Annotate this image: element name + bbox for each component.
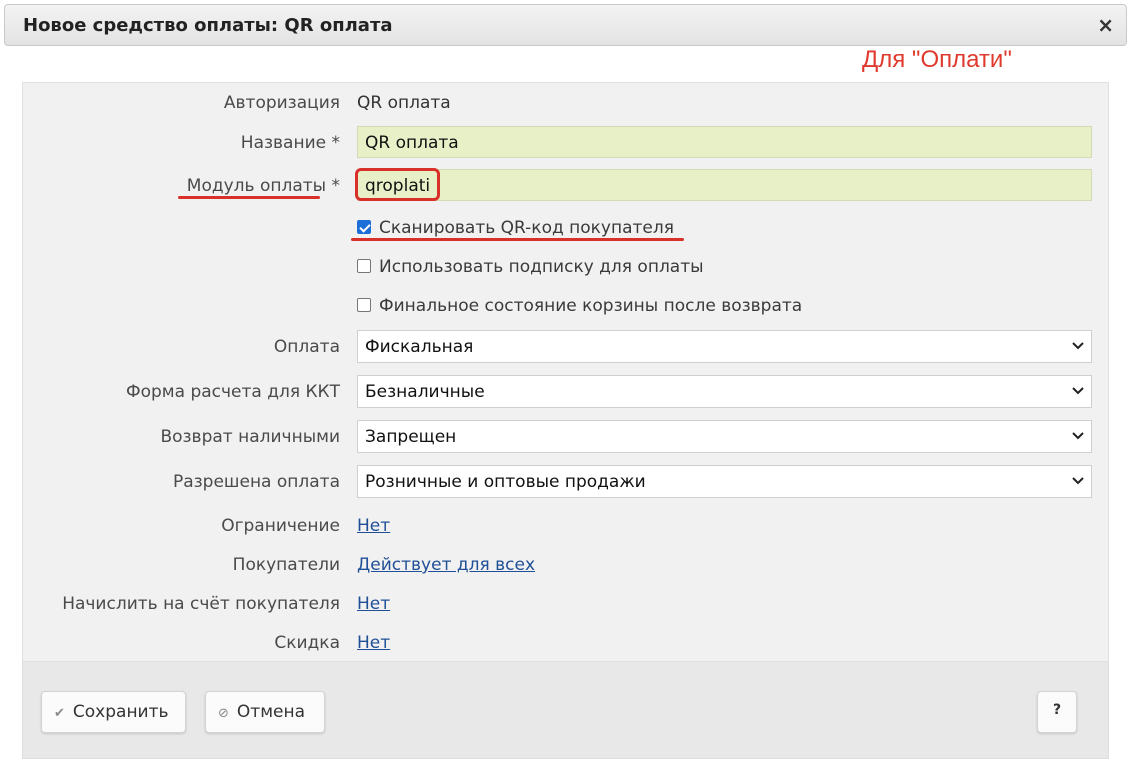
checkbox-icon[interactable] bbox=[357, 298, 371, 312]
close-icon[interactable]: × bbox=[1097, 13, 1114, 37]
module-label: Модуль оплаты * bbox=[186, 176, 340, 196]
dialog-title: Новое средство оплаты: QR оплата bbox=[23, 15, 393, 36]
payment-label: Оплата bbox=[273, 337, 340, 357]
allowed-payment-select[interactable]: Розничные и оптовые продажи bbox=[357, 465, 1092, 498]
module-label-red-underline bbox=[178, 196, 320, 199]
buyers-link[interactable]: Действует для всех bbox=[357, 555, 535, 575]
authorization-value: QR оплата bbox=[357, 93, 451, 113]
scan-qr-label: Сканировать QR-код покупателя bbox=[379, 218, 674, 238]
cash-refund-select[interactable]: Запрещен bbox=[357, 420, 1092, 453]
discount-link[interactable]: Нет bbox=[357, 633, 390, 653]
module-value-red-box bbox=[355, 168, 440, 201]
subscription-checkbox[interactable]: Использовать подписку для оплаты bbox=[357, 257, 704, 277]
scan-qr-checkbox[interactable]: Сканировать QR-код покупателя bbox=[357, 218, 674, 238]
final-state-checkbox[interactable]: Финальное состояние корзины после возвра… bbox=[357, 296, 802, 316]
checkbox-icon[interactable] bbox=[357, 259, 371, 273]
chevron-down-icon bbox=[1072, 342, 1084, 350]
credit-account-label: Начислить на счёт покупателя bbox=[62, 594, 340, 614]
subscription-label: Использовать подписку для оплаты bbox=[379, 257, 704, 277]
help-button[interactable]: ? bbox=[1037, 691, 1077, 733]
restriction-link[interactable]: Нет bbox=[357, 516, 390, 536]
payment-select-value: Фискальная bbox=[365, 337, 474, 357]
form-panel: Авторизация QR оплата Название * QR опла… bbox=[22, 82, 1109, 662]
checkmark-icon: ✔ bbox=[54, 706, 65, 721]
discount-label: Скидка bbox=[274, 633, 340, 653]
cash-refund-select-value: Запрещен bbox=[365, 427, 457, 447]
dialog-titlebar: Новое средство оплаты: QR оплата × bbox=[4, 4, 1127, 46]
chevron-down-icon bbox=[1072, 432, 1084, 440]
checkbox-checked-icon[interactable] bbox=[357, 220, 371, 234]
payment-select[interactable]: Фискальная bbox=[357, 330, 1092, 363]
dialog-footer: ✔ Сохранить ⊘ Отмена ? bbox=[22, 662, 1109, 759]
credit-account-link[interactable]: Нет bbox=[357, 594, 390, 614]
scan-qr-red-underline bbox=[351, 238, 684, 241]
cancel-icon: ⊘ bbox=[218, 706, 229, 721]
final-state-label: Финальное состояние корзины после возвра… bbox=[379, 296, 803, 316]
kkt-form-select-value: Безналичные bbox=[365, 382, 485, 402]
allowed-payment-label: Разрешена оплата bbox=[172, 472, 340, 492]
kkt-form-select[interactable]: Безналичные bbox=[357, 375, 1092, 408]
module-input[interactable]: qroplati bbox=[357, 169, 1092, 201]
name-input[interactable]: QR оплата bbox=[357, 126, 1092, 158]
cancel-button-label: Отмена bbox=[236, 702, 306, 722]
authorization-label: Авторизация bbox=[223, 93, 340, 113]
name-label: Название * bbox=[240, 133, 340, 153]
cash-refund-label: Возврат наличными bbox=[160, 427, 340, 447]
buyers-label: Покупатели bbox=[232, 555, 340, 575]
cancel-button[interactable]: ⊘ Отмена bbox=[205, 691, 325, 733]
chevron-down-icon bbox=[1072, 477, 1084, 485]
allowed-payment-select-value: Розничные и оптовые продажи bbox=[365, 472, 646, 492]
annotation-note: Для "Оплати" bbox=[862, 46, 1012, 73]
chevron-down-icon bbox=[1072, 387, 1084, 395]
save-button-label: Сохранить bbox=[72, 702, 169, 722]
kkt-form-label: Форма расчета для ККТ bbox=[125, 382, 340, 402]
save-button[interactable]: ✔ Сохранить bbox=[41, 691, 186, 733]
restriction-label: Ограничение bbox=[221, 516, 340, 536]
